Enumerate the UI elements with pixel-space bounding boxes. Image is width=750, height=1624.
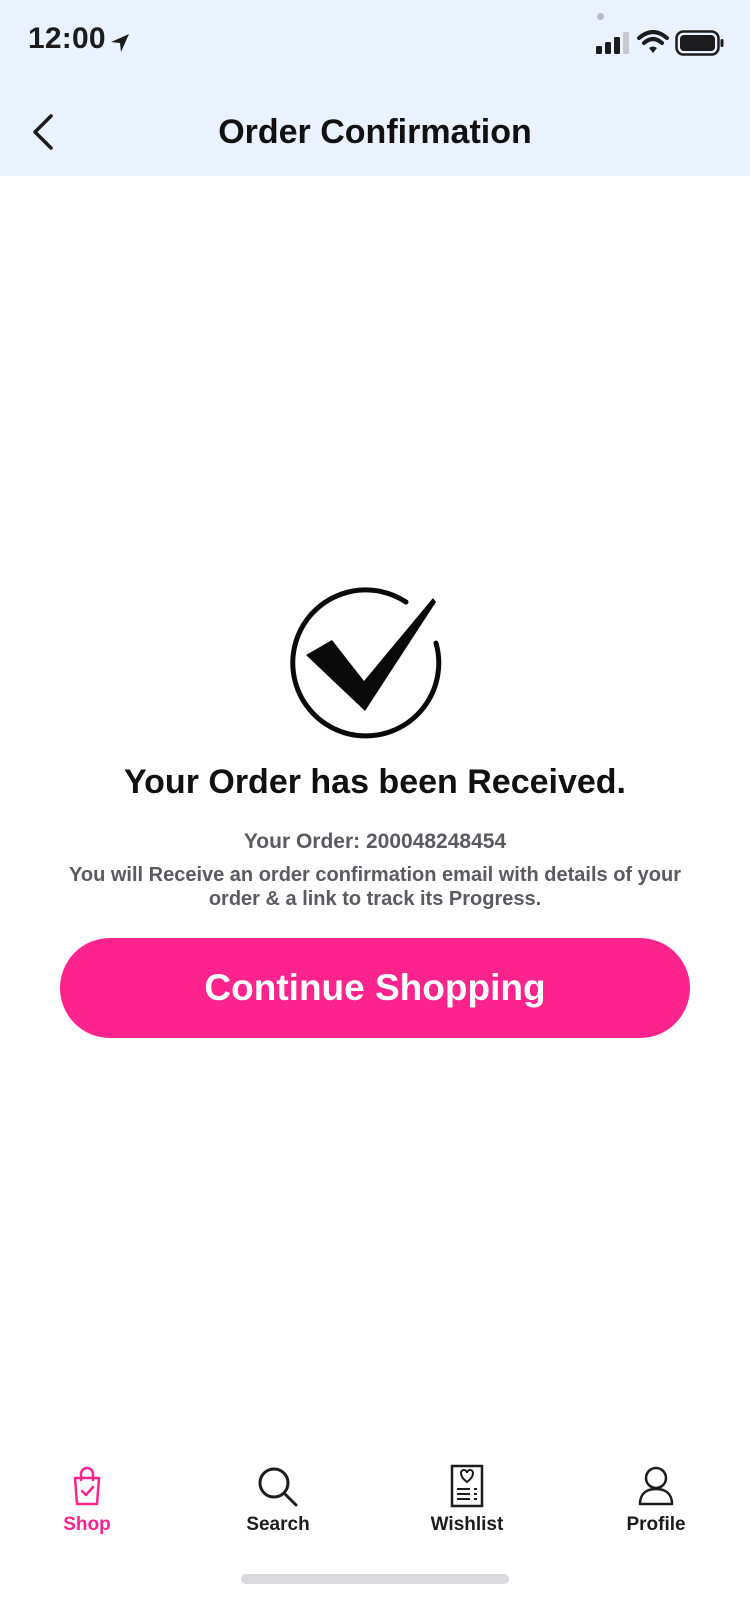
continue-shopping-button[interactable]: Continue Shopping (60, 938, 690, 1038)
back-button[interactable] (18, 104, 68, 160)
nav-header: Order Confirmation (0, 88, 750, 176)
wishlist-icon (450, 1464, 484, 1508)
tab-profile[interactable]: Profile (591, 1450, 721, 1550)
confirmation-headline: Your Order has been Received. (124, 763, 626, 801)
confirmation-info-text: You will Receive an order confirmation e… (69, 864, 681, 910)
battery-icon (675, 30, 724, 56)
wifi-icon (637, 30, 669, 53)
tab-label-wishlist: Wishlist (430, 1514, 504, 1535)
tab-label-profile: Profile (626, 1514, 686, 1535)
camera-indicator (597, 13, 604, 20)
top-area: 12:00 Order Confirmation (0, 0, 750, 176)
order-number: Your Order: 200048248454 (243, 830, 507, 853)
order-confirmation-screen: 12:00 Order Confirmation Your Order has … (0, 0, 750, 1624)
tab-shop[interactable]: Shop (22, 1450, 152, 1550)
signal-icon (596, 32, 629, 54)
check-circle-icon (290, 587, 442, 739)
status-time: 12:00 (28, 22, 106, 55)
home-indicator (241, 1574, 509, 1584)
chevron-left-icon (33, 114, 53, 150)
tab-label-shop: Shop (63, 1514, 111, 1535)
tab-bar: Shop Search Wishlist Profile (0, 1450, 750, 1560)
tab-label-search: Search (246, 1514, 310, 1535)
location-arrow-icon (111, 34, 129, 52)
shopping-bag-icon (73, 1466, 101, 1506)
profile-icon (638, 1466, 674, 1506)
search-icon (258, 1467, 298, 1507)
tab-search[interactable]: Search (213, 1450, 343, 1550)
tab-wishlist[interactable]: Wishlist (402, 1450, 532, 1550)
status-bar: 12:00 (0, 0, 750, 88)
page-title: Order Confirmation (218, 113, 532, 151)
